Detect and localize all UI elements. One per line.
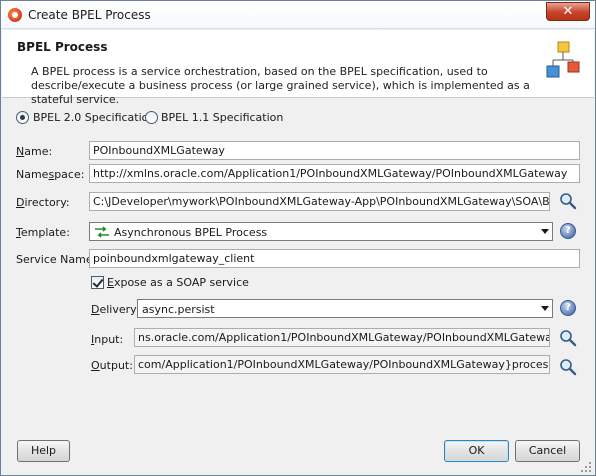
- resize-grip[interactable]: [579, 460, 593, 474]
- chevron-down-icon: [541, 229, 549, 234]
- template-value: Asynchronous BPEL Process: [114, 226, 268, 239]
- name-label: Name:: [16, 145, 53, 158]
- bpel-1-1-radio-label[interactable]: BPEL 1.1 Specification: [161, 111, 283, 124]
- header-panel: BPEL Process A BPEL process is a service…: [2, 30, 594, 106]
- service-name-field[interactable]: poinboundxmlgateway_client: [89, 249, 580, 268]
- delivery-value: async.persist: [142, 303, 215, 316]
- namespace-label: Namespace:: [16, 168, 85, 181]
- input-search-icon[interactable]: [559, 329, 577, 347]
- async-template-icon: [95, 226, 109, 238]
- ok-button[interactable]: OK: [444, 440, 509, 462]
- output-search-icon[interactable]: [559, 358, 577, 376]
- help-button[interactable]: Help: [17, 440, 70, 462]
- namespace-field[interactable]: http://xmlns.oracle.com/Application1/POI…: [89, 164, 580, 183]
- delivery-label: Delivery:: [91, 303, 140, 316]
- template-select[interactable]: Asynchronous BPEL Process: [89, 222, 553, 241]
- title-bar: Create BPEL Process ✕: [1, 1, 595, 29]
- expose-soap-checkbox[interactable]: [91, 276, 104, 289]
- bpel-process-icon: [546, 41, 580, 78]
- bpel-1-1-radio[interactable]: [145, 111, 158, 124]
- name-field[interactable]: POInboundXMLGateway: [89, 141, 580, 160]
- template-label: Template:: [16, 226, 70, 239]
- cancel-button[interactable]: Cancel: [515, 440, 580, 462]
- close-button[interactable]: ✕: [546, 2, 590, 21]
- bpel-2-radio[interactable]: [16, 111, 29, 124]
- output-label: Output:: [91, 359, 133, 372]
- expose-soap-label[interactable]: Expose as a SOAP service: [107, 276, 249, 289]
- input-label: Input:: [91, 333, 124, 346]
- jdeveloper-app-icon: [8, 8, 22, 22]
- header-title: BPEL Process: [17, 40, 108, 54]
- output-field[interactable]: com/Application1/POInboundXMLGateway/POI…: [134, 355, 550, 374]
- chevron-down-icon: [541, 306, 549, 311]
- directory-search-icon[interactable]: [559, 192, 577, 210]
- create-bpel-process-dialog: Create BPEL Process ✕ BPEL Process A BPE…: [0, 0, 596, 476]
- header-description: A BPEL process is a service orchestratio…: [31, 65, 530, 106]
- window-title: Create BPEL Process: [28, 8, 151, 22]
- directory-field[interactable]: C:\JDeveloper\mywork\POInboundXMLGateway…: [89, 192, 550, 211]
- bpel-2-radio-label[interactable]: BPEL 2.0 Specification: [33, 111, 155, 124]
- service-name-label: Service Name:: [16, 253, 97, 266]
- input-field[interactable]: ns.oracle.com/Application1/POInboundXMLG…: [134, 328, 550, 347]
- template-help-icon[interactable]: ?: [560, 223, 576, 239]
- delivery-help-icon[interactable]: ?: [560, 300, 576, 316]
- delivery-select[interactable]: async.persist: [137, 299, 553, 318]
- directory-label: Directory:: [16, 196, 70, 209]
